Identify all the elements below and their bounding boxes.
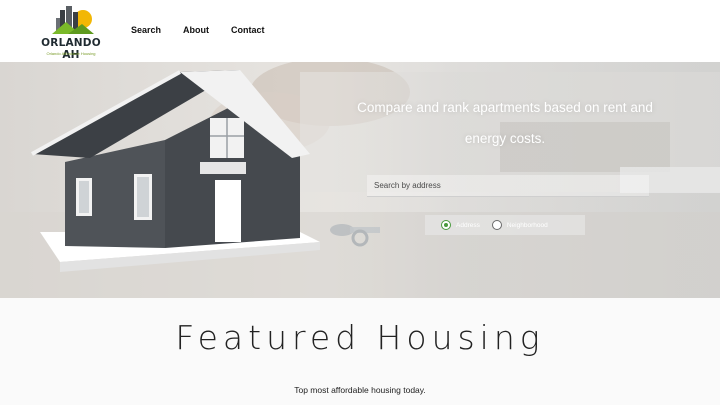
search-type-radio-group: Address Neighborhood [425,215,585,235]
nav-contact-link[interactable]: Contact [231,25,265,35]
hero-banner: Compare and rank apartments based on ren… [0,62,720,298]
featured-housing-subtitle: Top most affordable housing today. [294,385,426,395]
nav-search-link[interactable]: Search [131,25,161,35]
main-nav: Search About Contact [131,25,287,35]
brand-name: ORLANDO AH [41,37,101,61]
featured-housing-title: Featured Housing [175,318,545,357]
radio-neighborhood-label: Neighborhood [506,221,548,229]
nav-about-link[interactable]: About [183,25,209,35]
radio-neighborhood[interactable]: Neighborhood [491,220,548,230]
city-skyline-logo-icon [52,6,94,34]
radio-neighborhood-unchecked-icon[interactable] [491,220,502,230]
brand-tagline: Orlando Affordable Housing [46,51,96,56]
site-logo[interactable]: ORLANDO AH Orlando Affordable Housing [40,4,102,61]
address-search-input[interactable] [367,175,649,197]
radio-address[interactable]: Address [441,220,480,230]
hero-heading: Compare and rank apartments based on ren… [357,100,653,146]
radio-address-label: Address [456,221,480,229]
radio-address-checked-icon[interactable] [441,220,451,230]
site-header: ORLANDO AH Orlando Affordable Housing Se… [0,0,720,62]
